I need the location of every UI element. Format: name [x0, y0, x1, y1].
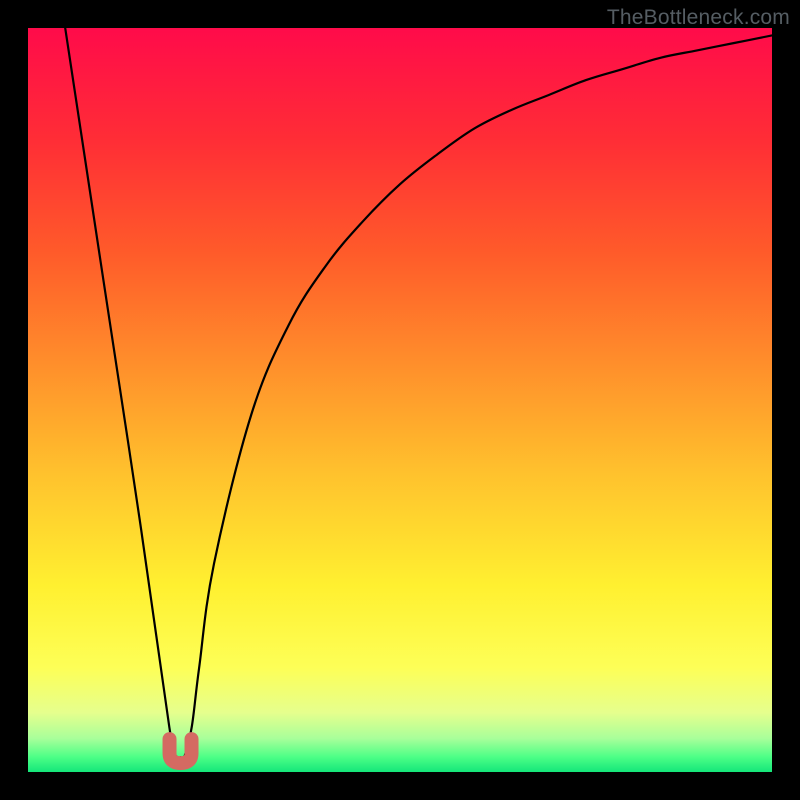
- plot-area: [28, 28, 772, 772]
- curve-path: [65, 28, 772, 760]
- bottleneck-curve: [28, 28, 772, 772]
- chart-frame: TheBottleneck.com: [0, 0, 800, 800]
- cusp-marker: [170, 739, 192, 763]
- watermark-text: TheBottleneck.com: [607, 6, 790, 30]
